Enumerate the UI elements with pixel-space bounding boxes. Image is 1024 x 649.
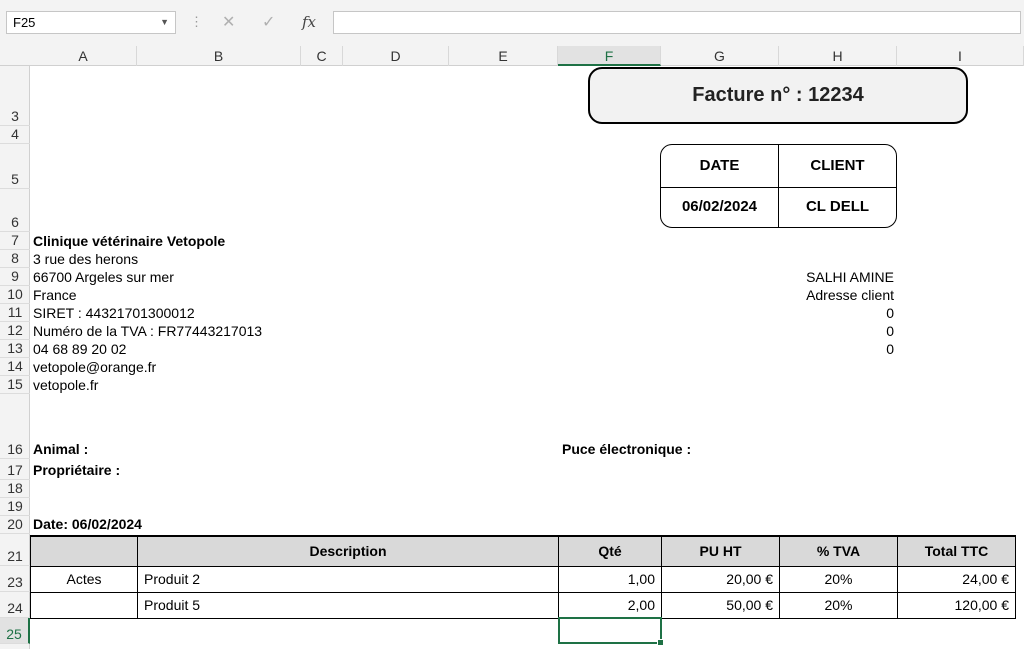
row-header-24[interactable]: 24 — [0, 592, 30, 618]
row-header-6[interactable]: 6 — [0, 189, 30, 232]
table-header-cell[interactable]: Description — [137, 535, 559, 567]
row-header-17[interactable]: 17 — [0, 459, 30, 480]
company-website[interactable]: vetopole.fr — [33, 377, 98, 393]
date-value-box[interactable]: 06/02/2024 — [660, 187, 779, 228]
table-row: Actes Produit 2 1,00 20,00 € 20% 24,00 € — [30, 565, 1016, 593]
chevron-down-icon[interactable]: ▼ — [160, 12, 169, 33]
row-header-23[interactable]: 23 — [0, 566, 30, 592]
row-header-11[interactable]: 11 — [0, 304, 30, 322]
function-icon[interactable]: fx — [302, 11, 316, 34]
enter-icon[interactable]: ✓ — [262, 11, 275, 34]
more-icon: ⋮ — [190, 14, 203, 29]
table-header-cell[interactable]: % TVA — [779, 535, 898, 567]
client-line-2[interactable]: 0 — [779, 323, 894, 339]
line-items-table: Description Qté PU HT % TVA Total TTC Ac… — [30, 535, 1016, 619]
name-box-value: F25 — [13, 15, 36, 30]
client-address[interactable]: Adresse client — [779, 287, 894, 303]
row-header-5[interactable]: 5 — [0, 144, 30, 189]
client-label-box[interactable]: CLIENT — [778, 144, 897, 188]
column-header-h[interactable]: H — [779, 46, 897, 66]
column-headers: A B C D E F G H I — [0, 46, 1024, 66]
table-header-cell[interactable] — [30, 535, 138, 567]
date-label-box[interactable]: DATE — [660, 144, 779, 188]
column-header-e[interactable]: E — [449, 46, 558, 66]
row-header-20[interactable]: 20 — [0, 516, 30, 534]
company-siret[interactable]: SIRET : 44321701300012 — [33, 305, 195, 321]
cancel-icon[interactable]: ✕ — [222, 11, 235, 34]
row-header-13[interactable]: 13 — [0, 340, 30, 358]
column-header-d[interactable]: D — [343, 46, 449, 66]
table-cell[interactable]: 50,00 € — [661, 591, 780, 619]
company-city[interactable]: 66700 Argeles sur mer — [33, 269, 174, 285]
formula-bar: F25 ▼ ⋮ ✕ ✓ fx — [0, 0, 1024, 46]
table-cell[interactable]: 1,00 — [558, 565, 662, 593]
company-email[interactable]: vetopole@orange.fr — [33, 359, 156, 375]
table-cell[interactable]: 24,00 € — [897, 565, 1016, 593]
animal-label[interactable]: Animal : — [33, 441, 88, 457]
table-cell[interactable]: 20,00 € — [661, 565, 780, 593]
table-cell[interactable]: Actes — [30, 565, 138, 593]
invoice-date-label[interactable]: Date: 06/02/2024 — [33, 516, 142, 532]
column-header-g[interactable]: G — [661, 46, 779, 66]
table-cell[interactable]: 2,00 — [558, 591, 662, 619]
column-header-b[interactable]: B — [137, 46, 301, 66]
chip-label[interactable]: Puce électronique : — [562, 441, 691, 457]
row-headers: 3 4 5 6 7 8 9 10 11 12 13 14 15 16 17 18… — [0, 66, 30, 649]
table-header-cell[interactable]: Total TTC — [897, 535, 1016, 567]
company-street[interactable]: 3 rue des herons — [33, 251, 138, 267]
client-line-1[interactable]: 0 — [779, 305, 894, 321]
column-header-c[interactable]: C — [301, 46, 343, 66]
row-header-15[interactable]: 15 — [0, 376, 30, 394]
table-cell[interactable]: 20% — [779, 591, 898, 619]
row-header-16[interactable]: 16 — [0, 394, 30, 459]
company-phone[interactable]: 04 68 89 20 02 — [33, 341, 126, 357]
row-header-19[interactable]: 19 — [0, 498, 30, 516]
row-header-8[interactable]: 8 — [0, 250, 30, 268]
company-tva[interactable]: Numéro de la TVA : FR77443217013 — [33, 323, 262, 339]
table-cell[interactable] — [30, 591, 138, 619]
table-cell[interactable]: 120,00 € — [897, 591, 1016, 619]
row-header-14[interactable]: 14 — [0, 358, 30, 376]
table-header-cell[interactable]: Qté — [558, 535, 662, 567]
client-line-3[interactable]: 0 — [779, 341, 894, 357]
active-cell-selection[interactable] — [558, 617, 664, 646]
row-header-9[interactable]: 9 — [0, 268, 30, 286]
row-header-10[interactable]: 10 — [0, 286, 30, 304]
row-header-7[interactable]: 7 — [0, 232, 30, 250]
table-header-cell[interactable]: PU HT — [661, 535, 780, 567]
column-header-f[interactable]: F — [558, 46, 661, 66]
column-header-a[interactable]: A — [30, 46, 137, 66]
row-header-4[interactable]: 4 — [0, 126, 30, 144]
invoice-title-box[interactable]: Facture n° : 12234 — [588, 67, 968, 124]
table-cell[interactable]: 20% — [779, 565, 898, 593]
formula-input[interactable] — [333, 11, 1021, 34]
table-cell[interactable]: Produit 2 — [137, 565, 559, 593]
name-box[interactable]: F25 ▼ — [6, 11, 176, 34]
row-header-25[interactable]: 25 — [0, 618, 30, 644]
company-country[interactable]: France — [33, 287, 77, 303]
row-header-18[interactable]: 18 — [0, 480, 30, 498]
row-header-21[interactable]: 21 — [0, 534, 30, 566]
table-cell[interactable]: Produit 5 — [137, 591, 559, 619]
table-header-row: Description Qté PU HT % TVA Total TTC — [30, 535, 1016, 567]
row-header-12[interactable]: 12 — [0, 322, 30, 340]
table-row: Produit 5 2,00 50,00 € 20% 120,00 € — [30, 591, 1016, 619]
column-header-i[interactable]: I — [897, 46, 1024, 66]
company-name[interactable]: Clinique vétérinaire Vetopole — [33, 233, 225, 249]
row-header-3[interactable]: 3 — [0, 66, 30, 126]
owner-label[interactable]: Propriétaire : — [33, 462, 120, 478]
client-name[interactable]: SALHI AMINE — [779, 269, 894, 285]
client-value-box[interactable]: CL DELL — [778, 187, 897, 228]
